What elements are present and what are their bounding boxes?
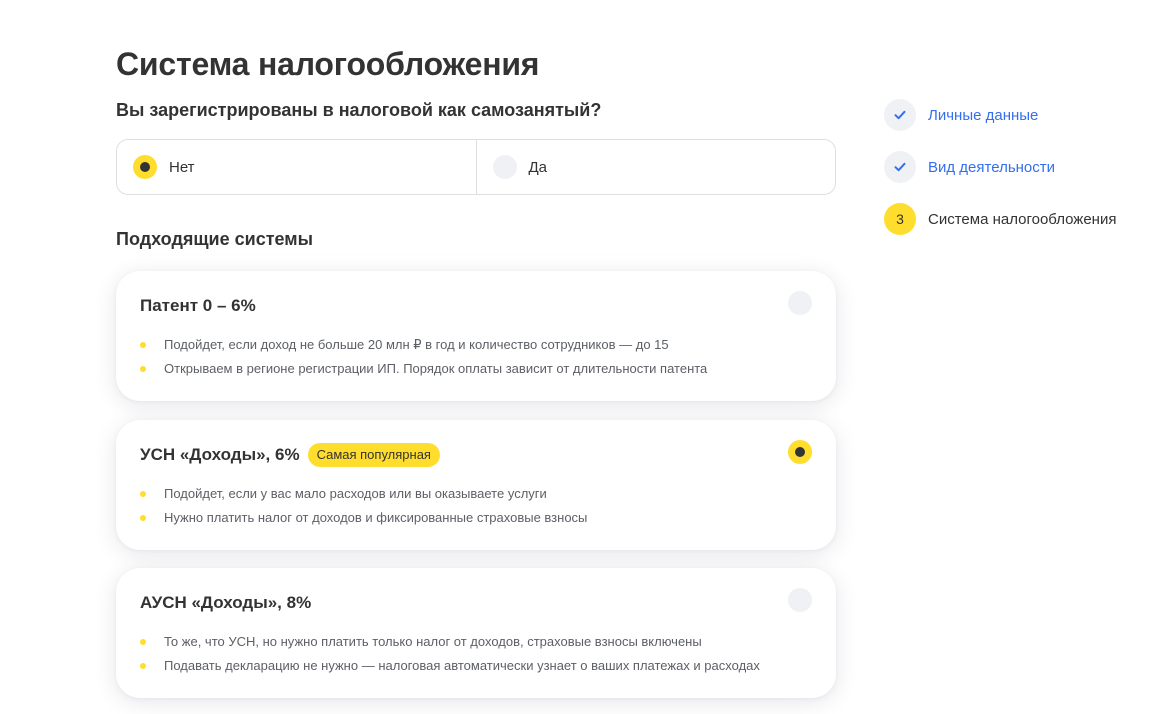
check-icon xyxy=(884,151,916,183)
step-activity-type[interactable]: Вид деятельности xyxy=(884,150,1116,184)
step-label: Вид деятельности xyxy=(928,158,1056,176)
step-number: 3 xyxy=(884,203,916,235)
system-bullets: Подойдет, если у вас мало расходов или в… xyxy=(140,482,587,530)
system-radio-patent[interactable] xyxy=(788,291,812,315)
option-no-label: Нет xyxy=(169,158,195,176)
bullet-item: Подойдет, если у вас мало расходов или в… xyxy=(140,482,587,506)
system-bullets: То же, что УСН, но нужно платить только … xyxy=(140,630,760,678)
bullet-item: Открываем в регионе регистрации ИП. Поря… xyxy=(140,357,707,381)
system-card-ausn[interactable]: АУСН «Доходы», 8% То же, что УСН, но нуж… xyxy=(116,568,836,698)
system-bullets: Подойдет, если доход не больше 20 млн ₽ … xyxy=(140,333,707,381)
system-card-usn[interactable]: УСН «Доходы», 6% Самая популярная Подойд… xyxy=(116,420,836,550)
bullet-item: Нужно платить налог от доходов и фиксиро… xyxy=(140,506,587,530)
check-icon xyxy=(884,99,916,131)
option-yes-label: Да xyxy=(528,158,548,176)
system-radio-ausn[interactable] xyxy=(788,588,812,612)
step-label: Система налогообложения xyxy=(928,210,1117,228)
system-title: АУСН «Доходы», 8% xyxy=(140,593,312,612)
progress-stepper: Личные данные Вид деятельности 3 Система… xyxy=(884,98,1116,254)
system-title: УСН «Доходы», 6% xyxy=(140,445,300,464)
step-personal-data[interactable]: Личные данные xyxy=(884,98,1116,132)
system-title: Патент 0 – 6% xyxy=(140,296,256,315)
step-label: Личные данные xyxy=(928,106,1039,124)
step-tax-system: 3 Система налогообложения xyxy=(884,202,1116,236)
system-radio-usn[interactable] xyxy=(788,440,812,464)
page-title: Система налогообложения xyxy=(116,46,540,82)
bullet-item: Подавать декларацию не нужно — налоговая… xyxy=(140,654,760,678)
system-card-patent[interactable]: Патент 0 – 6% Подойдет, если доход не бо… xyxy=(116,271,836,401)
self-employed-toggle: Нет Да xyxy=(116,139,836,195)
bullet-item: То же, что УСН, но нужно платить только … xyxy=(140,630,760,654)
radio-yes[interactable] xyxy=(492,155,517,179)
self-employed-question: Вы зарегистрированы в налоговой как само… xyxy=(116,100,602,120)
option-no[interactable]: Нет xyxy=(117,140,476,194)
page: Система налогообложения Вы зарегистриров… xyxy=(0,0,1164,714)
bullet-item: Подойдет, если доход не больше 20 млн ₽ … xyxy=(140,333,707,357)
systems-section-title: Подходящие системы xyxy=(116,229,313,249)
option-yes[interactable]: Да xyxy=(475,140,836,194)
popular-badge: Самая популярная xyxy=(307,443,440,467)
radio-no[interactable] xyxy=(133,155,157,179)
